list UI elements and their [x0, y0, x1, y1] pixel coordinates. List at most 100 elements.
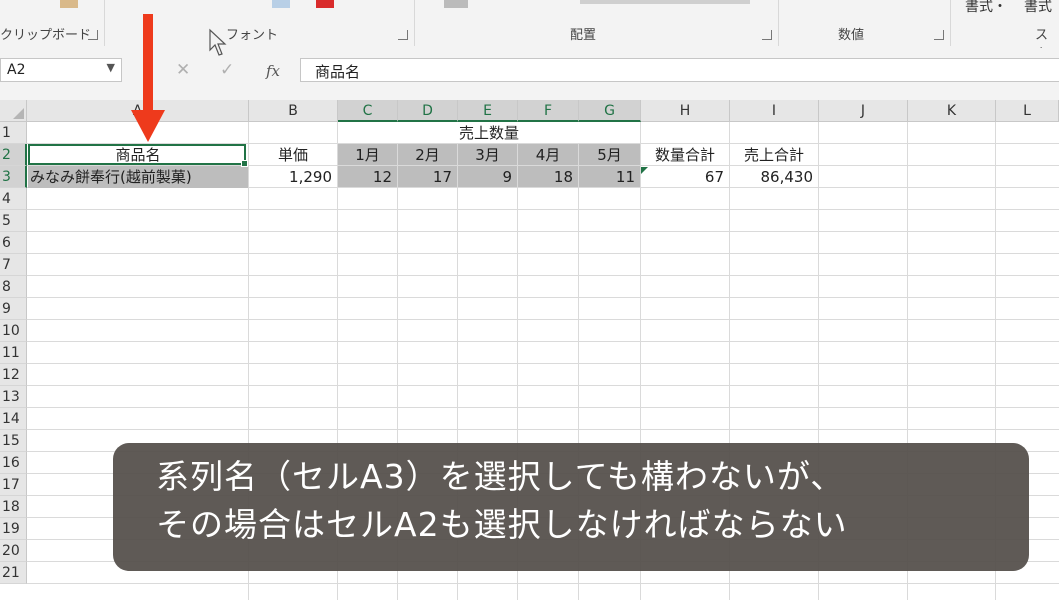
cell-d2[interactable]: 2月 [398, 144, 457, 166]
ribbon-separator [778, 0, 779, 46]
format-dropdown-button[interactable]: 書式・ [965, 0, 1007, 16]
column-header-c[interactable]: C [338, 100, 398, 122]
gridline [27, 341, 1059, 342]
column-header-g[interactable]: G [579, 100, 641, 122]
row-header-12[interactable]: 12 [0, 364, 27, 386]
row-header-20[interactable]: 20 [0, 540, 27, 562]
row-header-21[interactable]: 21 [0, 562, 27, 584]
ribbon-separator [414, 0, 415, 46]
gridline [27, 385, 1059, 386]
clipboard-launcher-icon[interactable] [88, 30, 98, 40]
gridline [27, 231, 1059, 232]
gridline [27, 429, 1059, 430]
caption-line-1: 系列名（セルA3）を選択しても構わないが、 [156, 457, 845, 496]
mouse-cursor-icon [209, 28, 227, 56]
caption-overlay: 系列名（セルA3）を選択しても構わないが、 その場合はセルA2も選択しなければな… [113, 443, 1029, 571]
red-arrow-icon [131, 14, 165, 142]
gridline [27, 275, 1059, 276]
cell-c1-sales-quantity-header[interactable]: 売上数量 [338, 122, 640, 143]
column-header-f[interactable]: F [518, 100, 579, 122]
cell-b3[interactable]: 1,290 [249, 166, 337, 188]
cell-h2[interactable]: 数量合計 [641, 144, 729, 166]
row-header-2[interactable]: 2 [0, 144, 27, 166]
gridline [27, 363, 1059, 364]
row-header-13[interactable]: 13 [0, 386, 27, 408]
cell-c2[interactable]: 1月 [338, 144, 397, 166]
arrow-head [131, 110, 165, 142]
row-header-9[interactable]: 9 [0, 298, 27, 320]
gridline [27, 407, 1059, 408]
font-launcher-icon[interactable] [398, 30, 408, 40]
ribbon-separator [104, 0, 105, 46]
fill-handle[interactable] [241, 160, 248, 167]
fill-color-icon[interactable] [272, 0, 290, 8]
cell-h3[interactable]: 67 [641, 166, 729, 188]
ribbon-separator [950, 0, 951, 46]
arrow-shaft [143, 14, 153, 114]
row-header-10[interactable]: 10 [0, 320, 27, 342]
gridline [27, 583, 1059, 584]
chevron-down-icon[interactable]: ▼ [107, 61, 115, 74]
cancel-icon[interactable]: ✕ [176, 60, 190, 80]
gridline [27, 297, 1059, 298]
row-header-3[interactable]: 3 [0, 166, 27, 188]
gridline [27, 209, 1059, 210]
select-all-button[interactable] [0, 100, 27, 122]
format-button[interactable]: 書式 [1024, 0, 1052, 16]
row-header-7[interactable]: 7 [0, 254, 27, 276]
column-header-h[interactable]: H [641, 100, 730, 122]
cursor-arrow-shape [209, 28, 227, 56]
cell-e2[interactable]: 3月 [458, 144, 517, 166]
cell-g3[interactable]: 11 [579, 166, 640, 188]
number-launcher-icon[interactable] [934, 30, 944, 40]
row-header-14[interactable]: 14 [0, 408, 27, 430]
error-indicator-icon[interactable] [641, 167, 648, 174]
row-header-6[interactable]: 6 [0, 232, 27, 254]
active-cell-border [28, 144, 248, 167]
column-header-l[interactable]: L [996, 100, 1059, 122]
insert-function-icon[interactable]: fx [266, 62, 280, 80]
cell-g2[interactable]: 5月 [579, 144, 640, 166]
row-header-8[interactable]: 8 [0, 276, 27, 298]
gridline [27, 319, 1059, 320]
cell-b2[interactable]: 単価 [249, 144, 337, 166]
name-box-value: A2 [7, 62, 26, 78]
cell-c3[interactable]: 12 [338, 166, 397, 188]
caption-line-2: その場合はセルA2も選択しなければならない [156, 505, 848, 544]
row-header-16[interactable]: 16 [0, 452, 27, 474]
align-center-icon[interactable] [444, 0, 468, 8]
cell-a3[interactable]: みなみ餅奉行(越前製菓) [28, 166, 248, 188]
ribbon-group-alignment-label: 配置 [570, 28, 597, 43]
column-header-b[interactable]: B [249, 100, 338, 122]
ribbon-group-clipboard-label: クリップボード [0, 28, 92, 43]
select-all-triangle-icon [13, 108, 24, 119]
gridline [27, 253, 1059, 254]
column-header-j[interactable]: J [819, 100, 908, 122]
cell-e3[interactable]: 9 [458, 166, 517, 188]
row-header-1[interactable]: 1 [0, 122, 27, 144]
row-header-15[interactable]: 15 [0, 430, 27, 452]
cell-i3[interactable]: 86,430 [730, 166, 818, 188]
cell-d3[interactable]: 17 [398, 166, 457, 188]
formula-input[interactable]: 商品名 [300, 58, 1059, 82]
alignment-launcher-icon[interactable] [762, 30, 772, 40]
cell-f3[interactable]: 18 [518, 166, 578, 188]
ribbon-group-number-label: 数値 [838, 28, 865, 43]
row-header-19[interactable]: 19 [0, 518, 27, 540]
row-header-18[interactable]: 18 [0, 496, 27, 518]
format-painter-icon[interactable] [60, 0, 78, 8]
name-box[interactable]: A2 ▼ [0, 58, 122, 82]
row-header-11[interactable]: 11 [0, 342, 27, 364]
column-header-k[interactable]: K [908, 100, 996, 122]
column-header-e[interactable]: E [458, 100, 518, 122]
row-header-17[interactable]: 17 [0, 474, 27, 496]
merge-center-button[interactable] [580, 0, 750, 4]
column-header-d[interactable]: D [398, 100, 458, 122]
cell-i2[interactable]: 売上合計 [730, 144, 818, 166]
column-header-i[interactable]: I [730, 100, 819, 122]
row-header-5[interactable]: 5 [0, 210, 27, 232]
ribbon-group-font-label: フォント [226, 28, 279, 43]
font-color-icon[interactable] [316, 0, 334, 8]
cell-f2[interactable]: 4月 [518, 144, 578, 166]
row-header-4[interactable]: 4 [0, 188, 27, 210]
